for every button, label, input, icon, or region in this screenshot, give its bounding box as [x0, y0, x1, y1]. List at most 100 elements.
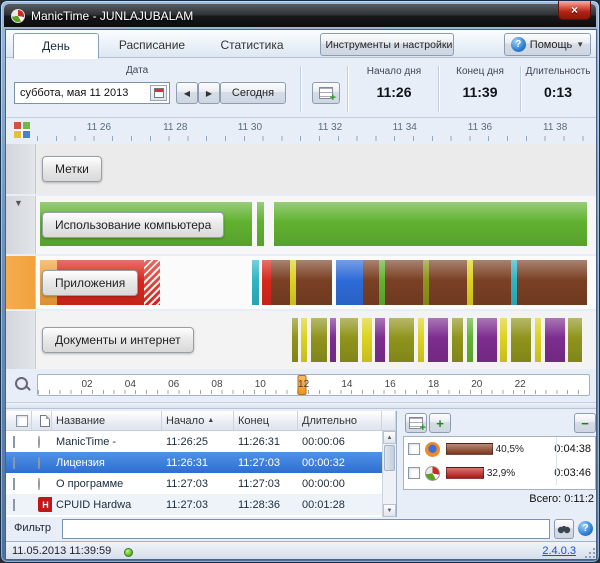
row-checkbox[interactable]	[13, 478, 15, 490]
horizontal-splitter[interactable]	[6, 402, 597, 409]
row-label-computer-usage[interactable]: Использование компьютера	[42, 212, 224, 238]
timeline-segment[interactable]	[429, 260, 468, 305]
scrollbar-thumb[interactable]	[384, 445, 395, 471]
table-scrollbar[interactable]: ▲ ▼	[382, 431, 396, 517]
resize-grip[interactable]	[585, 548, 595, 558]
timeline-segment[interactable]	[535, 318, 541, 362]
timeline-segment[interactable]	[467, 318, 473, 362]
filter-help-icon[interactable]: ?	[578, 521, 593, 536]
add-button[interactable]: +	[429, 413, 451, 433]
timeline-segment[interactable]	[389, 318, 414, 362]
timeline-segment[interactable]	[311, 318, 327, 362]
tab-statistics[interactable]: Статистика	[208, 33, 296, 57]
row-checkbox[interactable]	[13, 499, 15, 511]
timeline-segment[interactable]	[545, 318, 565, 362]
timeline-segment[interactable]	[452, 318, 463, 362]
timeline-segment[interactable]	[363, 260, 380, 305]
row-checkbox[interactable]	[408, 443, 420, 455]
tools-settings-button[interactable]: ⚙ Инструменты и настройки ▼	[320, 33, 454, 56]
end-column-header[interactable]: Конец	[234, 411, 298, 430]
row-checkbox[interactable]	[408, 467, 420, 479]
timeline-segment[interactable]	[144, 260, 161, 305]
timeline-segment[interactable]	[252, 260, 259, 305]
add-timeline-button[interactable]	[312, 82, 340, 104]
timeline-segment[interactable]	[330, 318, 336, 362]
collapse-row-icon[interactable]: ▼	[14, 198, 23, 208]
timeline-segment[interactable]	[274, 202, 586, 246]
summary-panel: + − 40,5% 0:04:38 32,9% 0:03:46	[401, 411, 597, 517]
magnifier-icon[interactable]	[15, 377, 30, 392]
row-checkbox[interactable]	[13, 457, 15, 469]
timeline-segment[interactable]	[292, 318, 298, 362]
duration-column-header[interactable]: Длительно	[298, 411, 382, 430]
timeline-segment[interactable]	[301, 318, 307, 362]
timeline-segment[interactable]	[362, 318, 372, 362]
calendar-button[interactable]	[150, 85, 167, 101]
close-button[interactable]: ×	[558, 1, 591, 20]
row-end: 11:26:31	[234, 436, 298, 448]
row-track-computer-usage[interactable]: Использование компьютера	[37, 196, 590, 254]
today-button[interactable]: Сегодня	[220, 82, 286, 104]
row-label-documents[interactable]: Документы и интернет	[42, 327, 194, 353]
row-track-applications[interactable]: Приложения	[37, 256, 590, 309]
scroll-down-icon[interactable]: ▼	[383, 504, 396, 517]
timeline-row-applications: Приложения	[6, 256, 597, 309]
date-input[interactable]: суббота, мая 11 2013	[14, 82, 170, 104]
status-dot	[124, 548, 133, 557]
scroll-up-icon[interactable]: ▲	[383, 431, 396, 444]
table-row[interactable]: H CPUID Hardwa 11:27:03 11:28:36 00:01:2…	[6, 494, 396, 515]
timeline-segment[interactable]	[262, 260, 271, 305]
name-column-header[interactable]: Название	[52, 411, 162, 430]
timeline-segment[interactable]	[375, 318, 385, 362]
version-link[interactable]: 2.4.0.3	[542, 545, 576, 557]
row-label-applications[interactable]: Приложения	[42, 270, 138, 296]
timeline-segment[interactable]	[568, 318, 581, 362]
timeline-legend-icon[interactable]	[14, 122, 30, 138]
icon-column-header[interactable]	[32, 411, 52, 430]
timeline-segment[interactable]	[296, 260, 332, 305]
prev-day-button[interactable]: ◀	[176, 82, 198, 104]
table-row[interactable]: ManicTime - 11:26:25 11:26:31 00:00:06	[6, 431, 396, 452]
app-logo-icon	[11, 9, 25, 23]
timeline-segment[interactable]	[257, 202, 264, 246]
table-row[interactable]: О программе 11:27:03 11:27:03 00:00:00	[6, 473, 396, 494]
row-gutter-applications[interactable]	[6, 256, 36, 309]
remove-button[interactable]: −	[574, 413, 596, 433]
row-track-tags[interactable]: Метки	[37, 144, 590, 194]
timeline-segment[interactable]	[517, 260, 587, 305]
title-bar[interactable]: ManicTime - JUNLAJUBALAM	[4, 4, 596, 27]
timeline-segment[interactable]	[511, 318, 531, 362]
row-track-documents[interactable]: Документы и интернет	[37, 311, 590, 369]
summary-row[interactable]: 32,9% 0:03:46	[404, 461, 595, 485]
table-row-selected[interactable]: Лицензия 11:26:31 11:27:03 00:00:32	[6, 452, 396, 473]
timeline-segment[interactable]	[428, 318, 448, 362]
usage-bar	[446, 443, 493, 455]
select-all-checkbox[interactable]	[16, 415, 28, 427]
select-all-checkbox-cell[interactable]	[6, 411, 32, 430]
tab-schedule[interactable]: Расписание	[106, 33, 198, 57]
search-button[interactable]	[554, 519, 574, 539]
timeline-segment[interactable]	[473, 260, 512, 305]
tab-day[interactable]: День	[13, 33, 99, 59]
add-group-button[interactable]	[405, 413, 427, 433]
next-day-button[interactable]: ▶	[198, 82, 220, 104]
row-gutter[interactable]: ▼	[6, 144, 36, 194]
sort-asc-icon: ▲	[207, 417, 214, 424]
zoom-slider[interactable]: 0204060810121416182022	[37, 374, 590, 396]
filter-input[interactable]	[62, 519, 550, 539]
timeline-segment[interactable]	[418, 318, 424, 362]
tab-day-label: День	[42, 39, 70, 53]
summary-row[interactable]: 40,5% 0:04:38	[404, 437, 595, 461]
help-button[interactable]: ? Помощь ▼	[504, 33, 591, 56]
timeline-segment[interactable]	[500, 318, 507, 362]
timeline-segment[interactable]	[340, 318, 358, 362]
start-column-header[interactable]: Начало▲	[162, 411, 234, 430]
timeline-segment[interactable]	[385, 260, 423, 305]
filter-bar: Фильтр ?	[6, 517, 597, 541]
timeline-segment[interactable]	[477, 318, 497, 362]
row-label-tags[interactable]: Метки	[42, 156, 102, 182]
timeline-segment[interactable]	[271, 260, 290, 305]
row-checkbox[interactable]	[13, 436, 15, 448]
timeline-segment[interactable]	[336, 260, 363, 305]
row-gutter[interactable]	[6, 311, 36, 369]
